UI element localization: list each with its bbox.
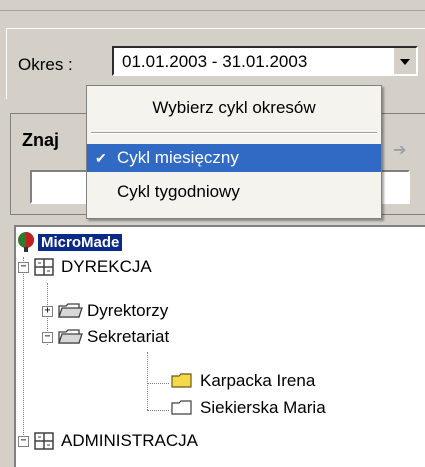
period-cycle-menu: Wybierz cykl okresów ✔ Cykl miesięczny C… <box>86 85 382 219</box>
micromade-logo-icon <box>18 232 34 252</box>
collapse-icon[interactable]: − <box>42 331 53 343</box>
collapse-icon[interactable]: − <box>18 435 29 447</box>
menu-item-label: Cykl tygodniowy <box>117 182 240 201</box>
tree-item-label: Siekierska Maria <box>200 398 326 417</box>
tree-item-siekierska[interactable]: Siekierska Maria <box>170 398 326 418</box>
menu-item-monthly[interactable]: ✔ Cykl miesięczny <box>87 144 381 172</box>
folder-icon <box>58 303 83 318</box>
tree-root[interactable]: MicroMade <box>16 231 123 253</box>
arrow-icon[interactable]: ➔ <box>393 140 413 159</box>
tree-item-label: DYREKCJA <box>61 257 152 276</box>
tree-item-label: ADMINISTRACJA <box>61 431 198 450</box>
period-combobox[interactable]: 01.01.2003 - 31.01.2003 <box>112 46 418 76</box>
tree-item-dyrekcja[interactable]: − DYREKCJA <box>18 257 152 277</box>
tree-connector <box>147 410 169 411</box>
collapse-icon[interactable]: − <box>18 261 29 273</box>
menu-separator <box>91 132 377 134</box>
tree-item-sekretariat[interactable]: − Sekretariat <box>42 327 169 347</box>
check-icon: ✔ <box>95 150 107 166</box>
tree-connector <box>23 257 24 443</box>
period-value: 01.01.2003 - 31.01.2003 <box>122 52 308 71</box>
folder-open-icon <box>58 329 83 344</box>
tree-item-administracja[interactable]: − ADMINISTRACJA <box>18 431 198 451</box>
tree-connector <box>147 383 169 384</box>
tree-item-label: Dyrektorzy <box>87 301 169 320</box>
menu-item-weekly[interactable]: Cykl tygodniowy <box>87 178 381 206</box>
period-label: Okres : <box>18 55 73 74</box>
tree-item-label: Karpacka Irena <box>200 371 316 390</box>
top-toolbar-strip <box>0 0 425 11</box>
building-icon <box>34 432 54 450</box>
tree-item-karpacka[interactable]: Karpacka Irena <box>170 371 315 391</box>
expand-icon[interactable]: + <box>42 305 53 317</box>
search-label: Znaj <box>22 130 60 150</box>
menu-header: Wybierz cykl okresów <box>152 98 316 117</box>
chevron-down-icon[interactable] <box>393 48 416 74</box>
menu-item-label: Cykl miesięczny <box>117 148 239 167</box>
folder-white-icon <box>171 400 192 415</box>
tree-connector <box>147 352 148 410</box>
tree-root-label: MicroMade <box>38 233 123 251</box>
tree-item-label: Sekretariat <box>87 327 170 346</box>
folder-yellow-icon <box>171 373 192 388</box>
tree-item-dyrektorzy[interactable]: + Dyrektorzy <box>42 301 168 321</box>
building-icon <box>34 258 54 276</box>
org-tree[interactable]: MicroMade − DYREKCJA + Dyrektorzy − Sekr… <box>14 225 425 467</box>
